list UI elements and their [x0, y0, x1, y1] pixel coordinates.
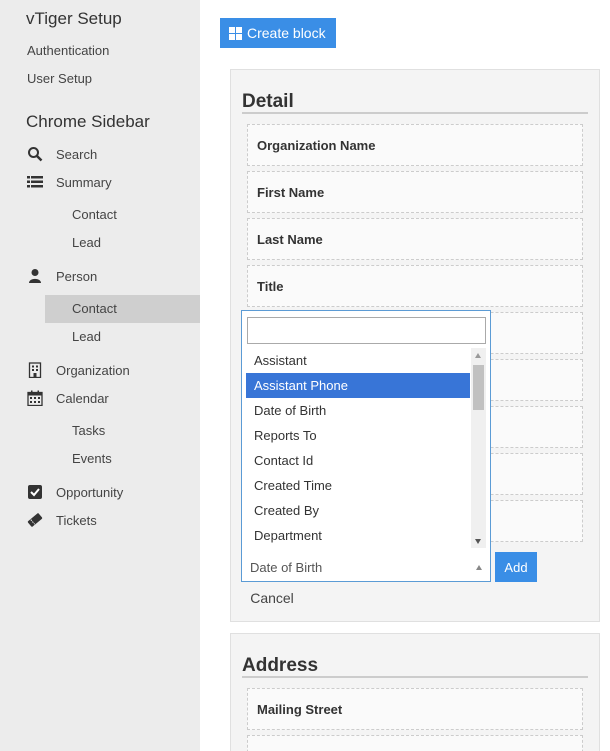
detail-block-title: Detail	[242, 91, 294, 112]
sidebar-subitem-person-contact[interactable]: Contact	[45, 295, 200, 323]
add-button[interactable]: Add	[495, 552, 537, 582]
dropdown-selected-value[interactable]: Date of Birth	[242, 555, 490, 581]
sidebar-link-authentication[interactable]: Authentication	[27, 43, 109, 58]
sidebar-item-organization[interactable]: Organization	[27, 360, 130, 380]
field-last-name[interactable]: Last Name	[247, 218, 583, 260]
field-mailing-street[interactable]: Mailing Street	[247, 688, 583, 730]
person-icon	[27, 268, 43, 284]
selected-value-label: Date of Birth	[250, 560, 323, 575]
setup-title: vTiger Setup	[26, 9, 122, 28]
create-block-button[interactable]: Create block	[220, 18, 336, 48]
sidebar-item-tickets[interactable]: Tickets	[27, 510, 97, 530]
dropdown-option-highlighted[interactable]: Assistant Phone	[246, 373, 470, 398]
dropdown-option[interactable]: Contact Id	[246, 448, 470, 473]
sidebar-subitem-person-lead[interactable]: Lead	[45, 323, 200, 351]
field-organization-name[interactable]: Organization Name	[247, 124, 583, 166]
field-title[interactable]: Title	[247, 265, 583, 307]
list-icon	[27, 174, 43, 190]
sidebar-subitem-summary-lead[interactable]: Lead	[45, 229, 200, 257]
calendar-icon	[27, 390, 43, 407]
dropdown-option[interactable]: Reports To	[246, 423, 470, 448]
sidebar-item-label: Summary	[56, 174, 112, 190]
dropdown-search-input[interactable]	[247, 317, 486, 344]
sidebar: vTiger Setup Authentication User Setup C…	[0, 0, 200, 751]
field-first-name[interactable]: First Name	[247, 171, 583, 213]
dropdown-options: Assistant Assistant Phone Date of Birth …	[246, 348, 470, 548]
sidebar-link-user-setup[interactable]: User Setup	[27, 71, 92, 86]
sidebar-item-label: Tickets	[56, 512, 97, 528]
sidebar-item-label: Search	[56, 146, 98, 162]
create-block-label: Create block	[247, 25, 326, 41]
sidebar-item-label: Calendar	[56, 390, 109, 406]
field-mailing-po-box[interactable]: Mailing P.O. Box	[247, 735, 583, 751]
dropdown-option[interactable]: Created Time	[246, 473, 470, 498]
sidebar-item-person[interactable]: Person	[27, 266, 97, 286]
sidebar-item-label: Person	[56, 268, 98, 284]
search-icon	[27, 146, 43, 162]
scroll-thumb[interactable]	[473, 365, 484, 410]
scroll-down-icon[interactable]	[475, 539, 481, 544]
address-block: Address Mailing Street Mailing P.O. Box	[230, 633, 600, 751]
sidebar-item-label: Organization	[56, 362, 130, 378]
chrome-sidebar-title: Chrome Sidebar	[26, 112, 150, 131]
dropdown-scrollbar[interactable]	[471, 348, 486, 548]
sidebar-item-search[interactable]: Search	[27, 144, 97, 164]
dropdown-option[interactable]: Assistant	[246, 348, 470, 373]
sidebar-item-opportunity[interactable]: Opportunity	[27, 482, 123, 502]
dropdown-option[interactable]: Department	[246, 523, 470, 548]
sidebar-item-calendar[interactable]: Calendar	[27, 388, 109, 408]
dropdown-option[interactable]: Created By	[246, 498, 470, 523]
sidebar-item-summary[interactable]: Summary	[27, 172, 112, 192]
divider	[242, 676, 588, 678]
cancel-button[interactable]: Cancel	[241, 585, 303, 611]
sidebar-subitem-summary-contact[interactable]: Contact	[45, 201, 200, 229]
address-block-title: Address	[242, 655, 319, 676]
scroll-up-icon[interactable]	[475, 353, 481, 358]
sidebar-subitem-calendar-events[interactable]: Events	[45, 445, 200, 473]
divider	[242, 112, 588, 114]
sidebar-subitem-calendar-tasks[interactable]: Tasks	[45, 417, 200, 445]
ticket-icon	[27, 512, 43, 528]
dropdown-option[interactable]: Date of Birth	[246, 398, 470, 423]
checkbox-icon	[27, 484, 43, 500]
field-picker-dropdown[interactable]: Assistant Assistant Phone Date of Birth …	[241, 310, 491, 582]
building-icon	[27, 362, 43, 379]
sidebar-item-label: Opportunity	[56, 484, 124, 500]
grid-icon	[229, 26, 242, 40]
caret-up-icon	[476, 565, 482, 570]
